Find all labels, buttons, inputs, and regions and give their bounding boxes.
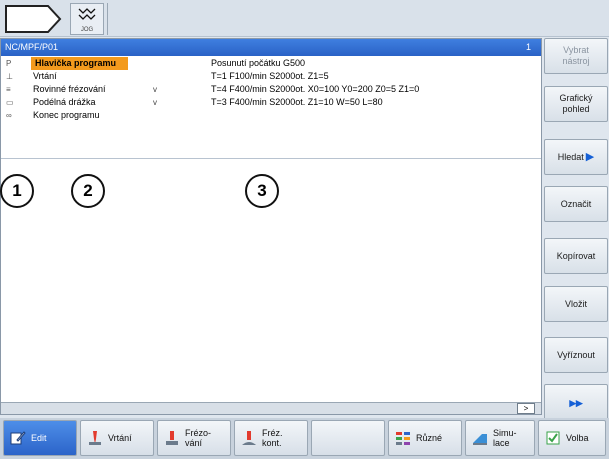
softkey-label: Vybrat nástroj xyxy=(562,45,590,66)
program-end-icon: ∞ xyxy=(6,111,12,120)
empty-softkey[interactable] xyxy=(311,420,385,456)
softkey-label: Simu- lace xyxy=(493,428,517,448)
program-header-icon: P xyxy=(6,59,12,68)
line-name: Hlavička programu xyxy=(31,57,129,70)
line-name: Rovinné frézování xyxy=(33,84,106,94)
softkey-label: Označit xyxy=(560,198,592,209)
softkey-label: Různé xyxy=(416,433,443,443)
expand-chevron-icon[interactable]: v xyxy=(153,96,157,109)
expand-chevron-icon[interactable]: v xyxy=(153,83,157,96)
search-button[interactable]: Hledat ▶ xyxy=(544,139,608,175)
jog-mode-button[interactable]: JOG xyxy=(70,3,104,35)
milling-icon xyxy=(166,431,178,445)
program-line[interactable]: ▭ Podélná drážka v T=3 F400/min S2000ot.… xyxy=(1,96,541,109)
copy-button[interactable]: Kopírovat xyxy=(544,238,608,274)
softkey-label: Vložit xyxy=(564,298,587,309)
drilling-button[interactable]: Vrtání xyxy=(80,420,154,456)
simulation-button[interactable]: Simu- lace xyxy=(465,420,535,456)
line-params: T=3 F400/min S2000ot. Z1=10 W=50 L=80 xyxy=(211,97,383,107)
softkey-label: Frézo- vání xyxy=(185,428,212,448)
softkey-label: Fréz. kont. xyxy=(262,428,283,448)
top-bar: JOG xyxy=(0,0,609,37)
misc-icon xyxy=(396,432,410,445)
program-path: NC/MPF/P01 xyxy=(5,42,59,52)
callout-1: 1 xyxy=(0,174,34,208)
select-icon xyxy=(546,431,560,445)
editor-status-bar: > xyxy=(1,402,541,414)
milling-button[interactable]: Frézo- vání xyxy=(157,420,231,456)
program-line[interactable]: P Hlavička programu Posunutí počátku G50… xyxy=(1,57,541,70)
machine-mode-arrow-icon[interactable] xyxy=(4,4,64,34)
line-params: T=1 F100/min S2000ot. Z1=5 xyxy=(211,71,329,81)
simulation-icon xyxy=(473,434,487,445)
slot-icon: ▭ xyxy=(6,98,14,107)
select-button[interactable]: Volba xyxy=(538,420,606,456)
misc-button[interactable]: Různé xyxy=(388,420,462,456)
program-line[interactable]: ∞ Konec programu xyxy=(1,109,541,122)
contour-milling-button[interactable]: Fréz. kont. xyxy=(234,420,308,456)
graphic-view-button[interactable]: Grafický pohled xyxy=(544,86,608,122)
page-number: 1 xyxy=(525,42,531,52)
cut-button[interactable]: Vyříznout xyxy=(544,337,608,373)
line-name: Vrtání xyxy=(33,71,57,81)
program-editor: NC/MPF/P01 1 P Hlavička programu Posunut… xyxy=(0,38,542,415)
select-tool-button[interactable]: Vybrat nástroj xyxy=(544,38,608,74)
softkey-label: Hledat xyxy=(557,151,584,162)
softkey-label: Vrtání xyxy=(108,433,132,443)
jog-icon xyxy=(78,8,96,20)
next-softkeys-button[interactable]: ▸▸ xyxy=(544,384,608,420)
drill-icon xyxy=(89,431,101,445)
divider xyxy=(107,3,108,35)
edit-icon xyxy=(10,431,26,445)
program-lines: P Hlavička programu Posunutí počátku G50… xyxy=(1,56,541,159)
program-line[interactable]: ⊥ Vrtání T=1 F100/min S2000ot. Z1=5 xyxy=(1,70,541,83)
arrow-right-icon: ▶ xyxy=(585,150,595,163)
callout-3: 3 xyxy=(245,174,279,208)
line-params: Posunutí počátku G500 xyxy=(211,58,306,68)
line-name: Konec programu xyxy=(33,110,100,120)
face-milling-icon: ≡ xyxy=(6,85,11,94)
program-line[interactable]: ≡ Rovinné frézování v T=4 F400/min S2000… xyxy=(1,83,541,96)
jog-label: JOG xyxy=(80,27,94,33)
callout-2: 2 xyxy=(71,174,105,208)
contour-milling-icon xyxy=(242,431,256,445)
drilling-icon: ⊥ xyxy=(6,72,13,81)
line-name: Podélná drážka xyxy=(33,97,96,107)
fast-forward-icon: ▸▸ xyxy=(569,394,583,410)
softkey-label: Edit xyxy=(31,433,47,443)
program-title-bar: NC/MPF/P01 1 xyxy=(1,39,541,56)
mark-button[interactable]: Označit xyxy=(544,186,608,222)
softkey-label: Grafický pohled xyxy=(559,93,593,114)
softkey-label: Kopírovat xyxy=(556,250,596,261)
scroll-right-button[interactable]: > xyxy=(517,403,535,414)
edit-button[interactable]: Edit xyxy=(3,420,77,456)
softkey-label: Vyříznout xyxy=(557,349,595,360)
softkey-label: Volba xyxy=(566,433,589,443)
paste-button[interactable]: Vložit xyxy=(544,286,608,322)
line-params: T=4 F400/min S2000ot. X0=100 Y0=200 Z0=5… xyxy=(211,84,420,94)
